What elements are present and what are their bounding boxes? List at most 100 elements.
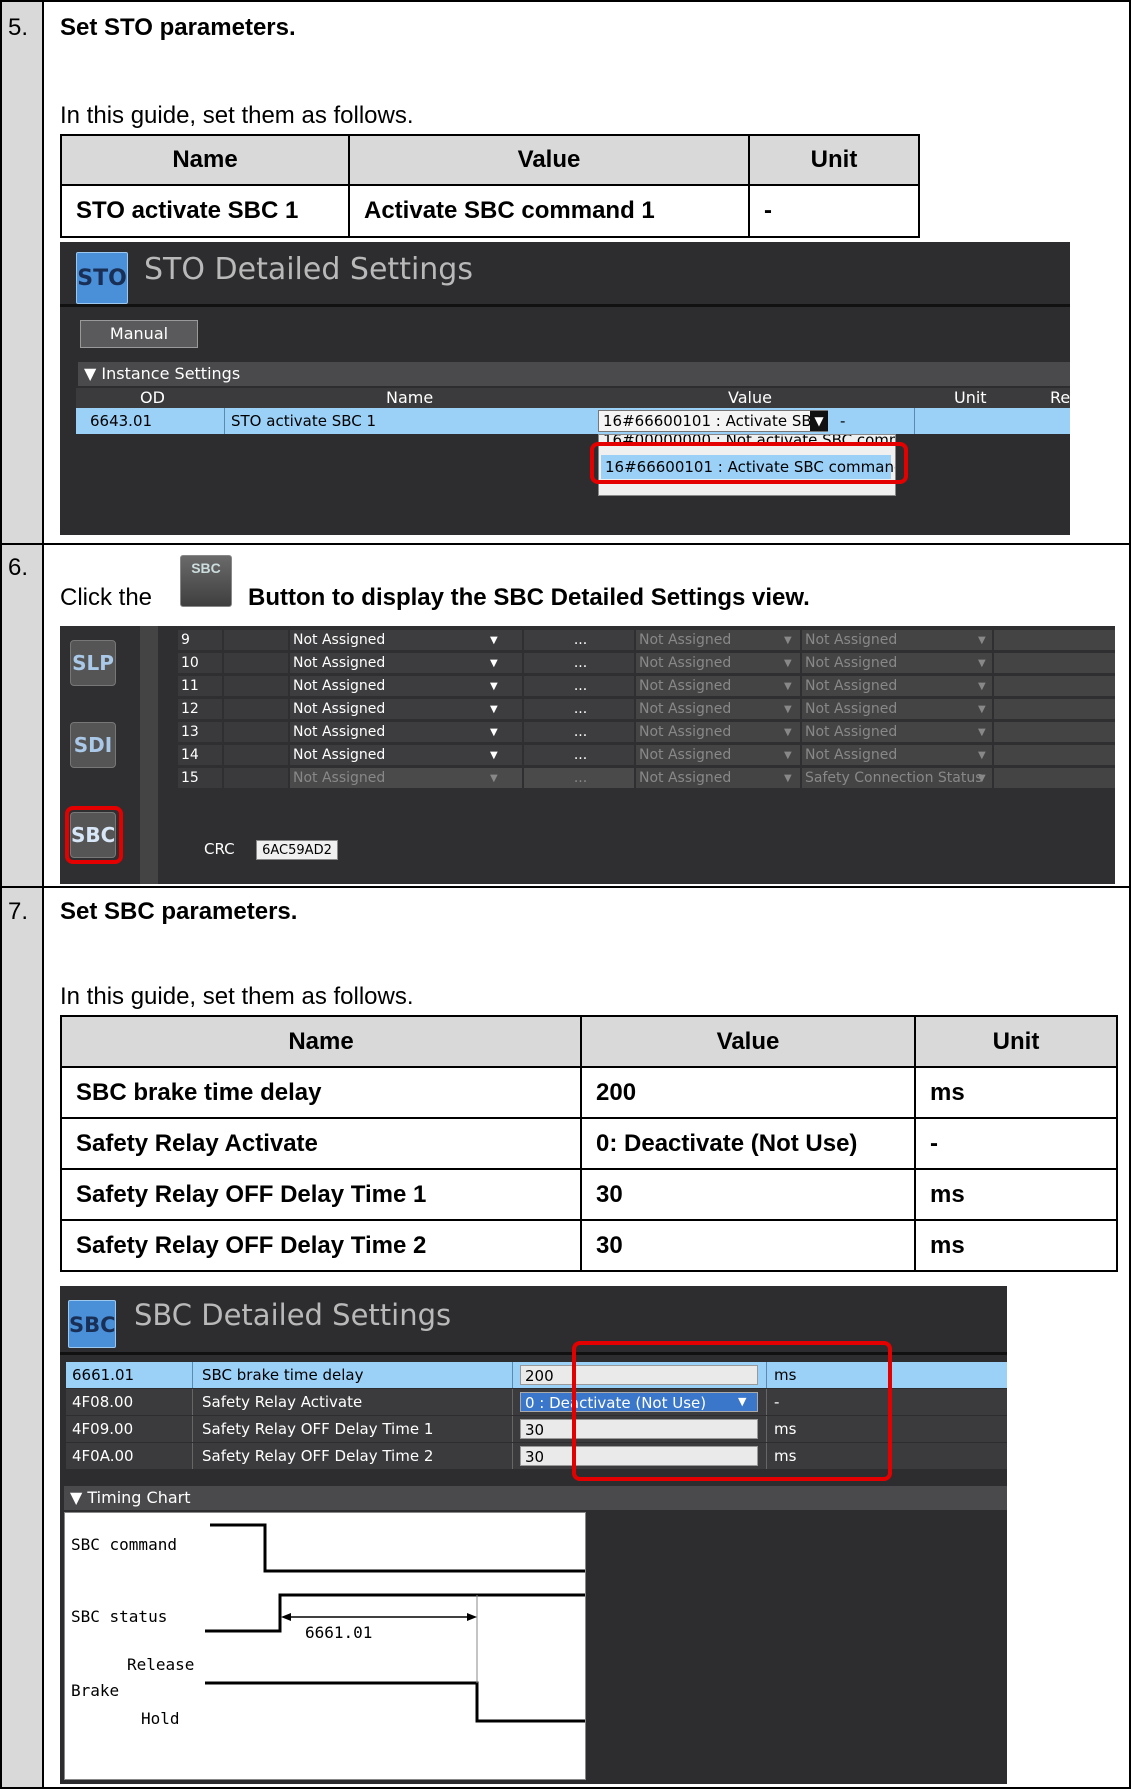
timing-label: SBC command: [71, 1535, 177, 1554]
table-row[interactable]: 11 Not Assigned ▼... Not Assigned ▼ Not Assig…: [178, 676, 1115, 698]
assignment-dropdown[interactable]: Not Assigned: [290, 768, 522, 788]
od-cell: 6643.01: [90, 412, 153, 430]
chevron-down-icon[interactable]: ▼: [978, 658, 986, 669]
ellipsis-button[interactable]: ...: [524, 676, 634, 696]
chevron-down-icon[interactable]: ▼: [784, 658, 792, 669]
column-header: Name: [386, 388, 434, 407]
step-number-column: [0, 0, 44, 1789]
column-header: OD: [140, 388, 165, 407]
table-row[interactable]: 12 Not Assigned ▼... Not Assigned ▼ Not Assig…: [178, 699, 1115, 721]
assignment-dropdown[interactable]: Not Assigned: [802, 745, 992, 765]
unit-cell: -: [840, 412, 846, 430]
chevron-down-icon[interactable]: ▼: [784, 750, 792, 761]
assignment-dropdown[interactable]: Not Assigned: [636, 699, 800, 719]
chevron-down-icon[interactable]: ▼: [490, 727, 498, 738]
chevron-down-icon[interactable]: ▼: [978, 727, 986, 738]
ellipsis-button[interactable]: ...: [524, 630, 634, 650]
assignment-dropdown[interactable]: Not Assigned: [802, 676, 992, 696]
column-header: Unit: [954, 388, 987, 407]
chevron-down-icon[interactable]: ▼: [810, 411, 828, 431]
assignment-dropdown[interactable]: Not Assigned: [802, 722, 992, 742]
chevron-down-icon[interactable]: ▼: [784, 681, 792, 692]
timing-label: Release: [127, 1655, 195, 1674]
ellipsis-button[interactable]: ...: [524, 745, 634, 765]
name-cell: SBC brake time delay: [202, 1366, 364, 1384]
assignment-dropdown[interactable]: Not Assigned: [636, 722, 800, 742]
assignment-dropdown[interactable]: Not Assigned: [802, 653, 992, 673]
assignment-dropdown[interactable]: Not Assigned: [636, 630, 800, 650]
step-title: Set STO parameters.: [60, 14, 296, 41]
step-intro: In this guide, set them as follows.: [60, 102, 414, 129]
od-cell: 4F0A.00: [72, 1447, 134, 1465]
chevron-down-icon[interactable]: ▼: [490, 681, 498, 692]
name-cell: Safety Relay OFF Delay Time 1: [202, 1420, 434, 1438]
assignment-dropdown[interactable]: Not Assigned: [636, 768, 800, 788]
sto-detailed-settings-screenshot: STO STO Detailed Settings Manual ▼ Insta…: [60, 242, 1070, 535]
highlight-ring: [590, 442, 908, 484]
chevron-down-icon[interactable]: ▼: [490, 658, 498, 669]
table-row[interactable]: 10 Not Assigned ▼... Not Assigned ▼ Not Assig…: [178, 653, 1115, 675]
assignment-dropdown[interactable]: Not Assigned: [290, 722, 522, 742]
assignment-dropdown[interactable]: Not Assigned: [290, 699, 522, 719]
timing-chart-header[interactable]: ▼ Timing Chart: [64, 1486, 1007, 1510]
step-intro: In this guide, set them as follows.: [60, 983, 414, 1010]
assignment-dropdown[interactable]: Not Assigned: [290, 630, 522, 650]
sdi-button[interactable]: SDI: [70, 722, 116, 768]
sbc-badge-icon: SBC: [68, 1300, 116, 1348]
table-cell: Safety Relay OFF Delay Time 2: [60, 1219, 582, 1272]
ellipsis-button[interactable]: ...: [524, 722, 634, 742]
row-number: 9: [178, 630, 222, 650]
chevron-down-icon[interactable]: ▼: [490, 750, 498, 761]
assignment-dropdown[interactable]: Not Assigned: [802, 699, 992, 719]
table-cell: Safety Relay OFF Delay Time 1: [60, 1168, 582, 1221]
step-text: Button to display the SBC Detailed Setti…: [248, 584, 810, 611]
chevron-down-icon[interactable]: ▼: [978, 681, 986, 692]
crc-value: 6AC59AD2: [256, 840, 338, 860]
instance-settings-header[interactable]: ▼ Instance Settings: [78, 362, 1070, 386]
sbc-navigation-screenshot: SLP SDI SBC 9 Not Assigned ▼... Not Assigne…: [60, 626, 1115, 884]
arrow-right-icon: [467, 1613, 477, 1621]
ellipsis-button[interactable]: ...: [524, 653, 634, 673]
chevron-down-icon[interactable]: ▼: [784, 704, 792, 715]
table-cell: Safety Relay Activate: [60, 1117, 582, 1170]
assignment-dropdown[interactable]: Not Assigned: [802, 630, 992, 650]
od-cell: 6661.01: [72, 1366, 135, 1384]
table-row[interactable]: 13 Not Assigned ▼... Not Assigned ▼ Not Assig…: [178, 722, 1115, 744]
assignment-dropdown[interactable]: Not Assigned: [636, 676, 800, 696]
chevron-down-icon[interactable]: ▼: [978, 750, 986, 761]
timing-label: SBC status: [71, 1607, 168, 1626]
table-header: Unit: [748, 134, 920, 186]
assignment-dropdown[interactable]: Not Assigned: [290, 745, 522, 765]
assignment-dropdown[interactable]: Not Assigned: [290, 676, 522, 696]
assignment-dropdown[interactable]: Not Assigned: [636, 653, 800, 673]
assignment-dropdown[interactable]: Safety Connection Status: [802, 768, 992, 788]
chevron-down-icon[interactable]: ▼: [978, 635, 986, 646]
slp-button[interactable]: SLP: [70, 640, 116, 686]
chevron-down-icon[interactable]: ▼: [978, 773, 986, 784]
panel-title: SBC Detailed Settings: [134, 1298, 452, 1332]
table-row[interactable]: 6643.01 STO activate SBC 1: [76, 408, 1070, 434]
table-row[interactable]: 9 Not Assigned ▼... Not Assigned ▼ Not Assign…: [178, 630, 1115, 652]
timing-label: Brake: [71, 1681, 120, 1700]
chevron-down-icon[interactable]: ▼: [490, 635, 498, 646]
assignment-dropdown[interactable]: Not Assigned: [636, 745, 800, 765]
chevron-down-icon[interactable]: ▼: [784, 773, 792, 784]
name-cell: STO activate SBC 1: [231, 412, 377, 430]
table-header: Name: [60, 1015, 582, 1068]
row-number: 12: [178, 699, 222, 719]
chevron-down-icon[interactable]: ▼: [784, 727, 792, 738]
chevron-down-icon[interactable]: ▼: [490, 704, 498, 715]
table-header: Name: [60, 134, 350, 186]
timing-label: Hold: [141, 1709, 180, 1728]
table-row[interactable]: 15 Not Assigned ▼... Not Assigned ▼ Safety Co…: [178, 768, 1115, 790]
manual-button[interactable]: Manual: [80, 320, 198, 348]
step-title: Set SBC parameters.: [60, 898, 298, 925]
chevron-down-icon[interactable]: ▼: [490, 773, 498, 784]
table-row[interactable]: 14 Not Assigned ▼... Not Assigned ▼ Not Assig…: [178, 745, 1115, 767]
assignment-dropdown[interactable]: Not Assigned: [290, 653, 522, 673]
ellipsis-button[interactable]: ...: [524, 699, 634, 719]
chevron-down-icon[interactable]: ▼: [978, 704, 986, 715]
value-dropdown[interactable]: 16#66600101 : Activate SBC c: [598, 410, 828, 432]
ellipsis-button[interactable]: ...: [524, 768, 634, 788]
chevron-down-icon[interactable]: ▼: [784, 635, 792, 646]
